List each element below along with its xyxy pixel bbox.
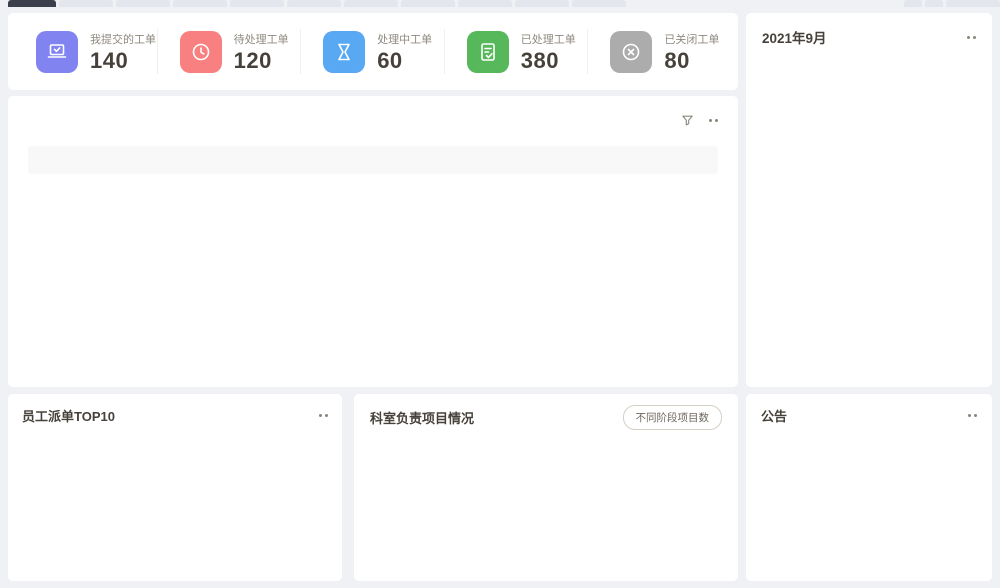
workorder-tabs	[28, 104, 718, 136]
browser-tab[interactable]	[572, 0, 626, 7]
browser-control[interactable]	[946, 0, 1000, 7]
announcements-title: 公告	[761, 406, 787, 425]
browser-tab[interactable]	[230, 0, 284, 7]
stat-info: 处理中工单 60	[377, 31, 432, 72]
stat-value: 140	[90, 50, 156, 72]
hourglass-icon	[323, 31, 365, 73]
stat-label: 我提交的工单	[90, 31, 156, 47]
close-circle-icon	[610, 31, 652, 73]
close-circle-icon	[619, 40, 643, 64]
browser-tab[interactable]	[173, 0, 227, 7]
hourglass-icon	[332, 40, 356, 64]
stat-card: 已处理工单 380	[445, 13, 589, 90]
stat-info: 待处理工单 120	[234, 31, 289, 72]
calendar-panel: 2021年9月	[746, 13, 992, 387]
stat-cards-panel: 我提交的工单 140 待处理工单 120 处理中工单 60 已处理工单 380 已关闭工单 80	[8, 13, 738, 90]
stat-card: 待处理工单 120	[158, 13, 302, 90]
stat-info: 已关闭工单 80	[664, 31, 719, 72]
stat-label: 处理中工单	[377, 31, 432, 47]
browser-tab[interactable]	[401, 0, 455, 7]
filter-funnel-icon[interactable]	[680, 113, 695, 128]
browser-control[interactable]	[904, 0, 922, 7]
chart-panel: 员工派单TOP10	[8, 394, 342, 581]
stat-value: 60	[377, 50, 432, 72]
stat-card: 我提交的工单 140	[14, 13, 158, 90]
stage-count-button[interactable]: 不同阶段项目数	[623, 405, 723, 430]
pagination	[28, 174, 718, 210]
workorders-panel	[8, 96, 738, 387]
browser-tab[interactable]	[515, 0, 569, 7]
stat-card: 已关闭工单 80	[588, 13, 732, 90]
table-header	[28, 146, 718, 174]
projects-panel: 科室负责项目情况 不同阶段项目数	[354, 394, 738, 581]
document-check-icon	[476, 40, 500, 64]
browser-tab[interactable]	[344, 0, 398, 7]
stat-info: 我提交的工单 140	[90, 31, 156, 72]
document-check-icon	[467, 31, 509, 73]
dashboard: 我提交的工单140待处理工单120处理中工单60已处理工单380已关闭工单80 …	[0, 0, 1000, 588]
bar-chart	[54, 449, 318, 547]
stat-info: 已处理工单 380	[521, 31, 576, 72]
laptop-check-icon	[36, 31, 78, 73]
more-options-icon[interactable]	[709, 119, 718, 122]
browser-tab[interactable]	[8, 0, 56, 7]
stat-value: 380	[521, 50, 576, 72]
browser-control[interactable]	[925, 0, 943, 7]
projects-title: 科室负责项目情况	[370, 408, 474, 427]
stat-label: 待处理工单	[234, 31, 289, 47]
calendar-more-icon[interactable]	[967, 36, 976, 39]
browser-tab[interactable]	[59, 0, 113, 7]
stat-label: 已关闭工单	[664, 31, 719, 47]
browser-tab[interactable]	[458, 0, 512, 7]
stat-value: 80	[664, 50, 719, 72]
browser-tab[interactable]	[287, 0, 341, 7]
announcements-more-icon[interactable]	[968, 414, 977, 417]
announcements-panel: 公告	[746, 394, 992, 581]
calendar-title: 2021年9月	[762, 27, 827, 47]
clock-icon	[180, 31, 222, 73]
clock-icon	[189, 40, 213, 64]
stat-card: 处理中工单 60	[301, 13, 445, 90]
stat-value: 120	[234, 50, 289, 72]
top-tab-strip	[0, 0, 1000, 7]
chart-more-icon[interactable]	[319, 414, 328, 417]
stat-label: 已处理工单	[521, 31, 576, 47]
browser-tab[interactable]	[116, 0, 170, 7]
laptop-check-icon	[45, 40, 69, 64]
chart-title: 员工派单TOP10	[22, 406, 115, 425]
